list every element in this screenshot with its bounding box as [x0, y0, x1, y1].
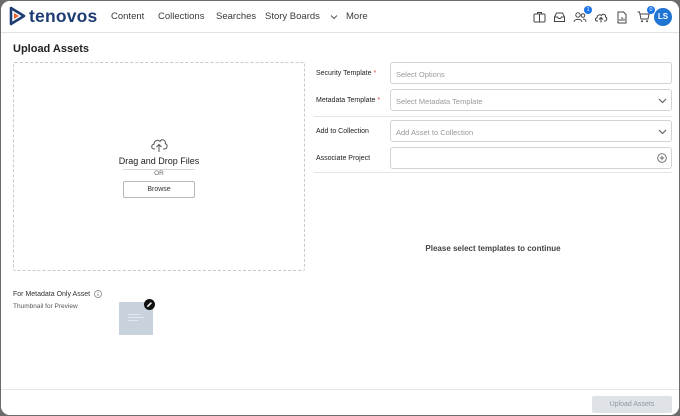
thumbnail-placeholder-line: [128, 314, 140, 315]
or-label: OR: [154, 170, 164, 177]
metadata-template-select[interactable]: Select Metadata Template: [390, 89, 672, 111]
add-to-collection-select[interactable]: Add Asset to Collection: [390, 120, 672, 142]
dropzone-text: Drag and Drop Files: [118, 156, 200, 166]
thumbnail-placeholder-line: [128, 320, 138, 321]
add-to-collection-placeholder: Add Asset to Collection: [396, 128, 474, 137]
required-marker: *: [373, 70, 377, 77]
required-marker: *: [377, 97, 381, 104]
metadata-template-label-text: Metadata Template: [316, 97, 376, 104]
nav-more-label: More: [346, 11, 368, 22]
thumbnail-placeholder-line: [128, 317, 144, 318]
users-icon[interactable]: 1: [572, 6, 592, 26]
document-chart-icon[interactable]: [614, 8, 630, 26]
associate-project-label: Associate Project: [316, 155, 371, 162]
metadata-only-label: For Metadata Only Asset: [13, 290, 102, 298]
app-window: tenovos Content Collections Searches Sto…: [1, 1, 679, 415]
security-template-select[interactable]: Select Options: [390, 62, 672, 84]
tenovos-logo-icon: [9, 6, 26, 26]
security-template-placeholder: Select Options: [396, 70, 445, 79]
associate-project-field[interactable]: [390, 147, 672, 169]
file-dropzone[interactable]: Drag and Drop Files OR Browse: [13, 62, 305, 271]
footer-bar: Upload Assets: [1, 389, 679, 415]
nav-searches[interactable]: Searches: [216, 11, 256, 23]
form-divider: [314, 116, 672, 117]
add-circle-icon[interactable]: [657, 153, 667, 163]
edit-thumbnail-button[interactable]: [144, 299, 155, 310]
chevron-down-icon: [330, 15, 338, 20]
metadata-only-text: For Metadata Only Asset: [13, 290, 91, 298]
empty-state-message: Please select templates to continue: [425, 244, 561, 253]
add-to-collection-label: Add to Collection: [316, 128, 369, 135]
cart-icon[interactable]: 0: [635, 6, 655, 26]
browse-button[interactable]: Browse: [123, 181, 195, 198]
form-divider: [314, 172, 672, 173]
top-navigation-bar: tenovos Content Collections Searches Sto…: [1, 1, 679, 33]
pencil-icon: [147, 302, 152, 307]
cloud-upload-icon[interactable]: [593, 8, 609, 26]
nav-story-boards[interactable]: Story Boards: [265, 11, 320, 23]
nav-more[interactable]: More: [330, 11, 368, 23]
nav-content[interactable]: Content: [111, 11, 144, 23]
user-avatar[interactable]: LS: [654, 8, 672, 26]
chevron-down-icon: [658, 129, 667, 135]
app-name: tenovos: [29, 6, 98, 26]
upload-assets-button[interactable]: Upload Assets: [592, 396, 672, 413]
security-template-label: Security Template *: [316, 70, 376, 77]
cloud-upload-icon: [151, 139, 168, 152]
metadata-template-label: Metadata Template *: [316, 97, 380, 104]
security-template-label-text: Security Template: [316, 70, 372, 77]
metadata-template-placeholder: Select Metadata Template: [396, 97, 483, 106]
users-badge: 1: [584, 6, 592, 14]
nav-collections[interactable]: Collections: [158, 11, 204, 23]
tenovos-logo[interactable]: tenovos: [9, 6, 98, 26]
page-title: Upload Assets: [13, 43, 90, 55]
briefcase-icon[interactable]: [531, 8, 547, 26]
chevron-down-icon: [658, 98, 667, 104]
thumbnail-label: Thumbnail for Preview: [13, 303, 78, 310]
info-icon[interactable]: [94, 290, 102, 298]
inbox-icon[interactable]: [551, 8, 567, 26]
